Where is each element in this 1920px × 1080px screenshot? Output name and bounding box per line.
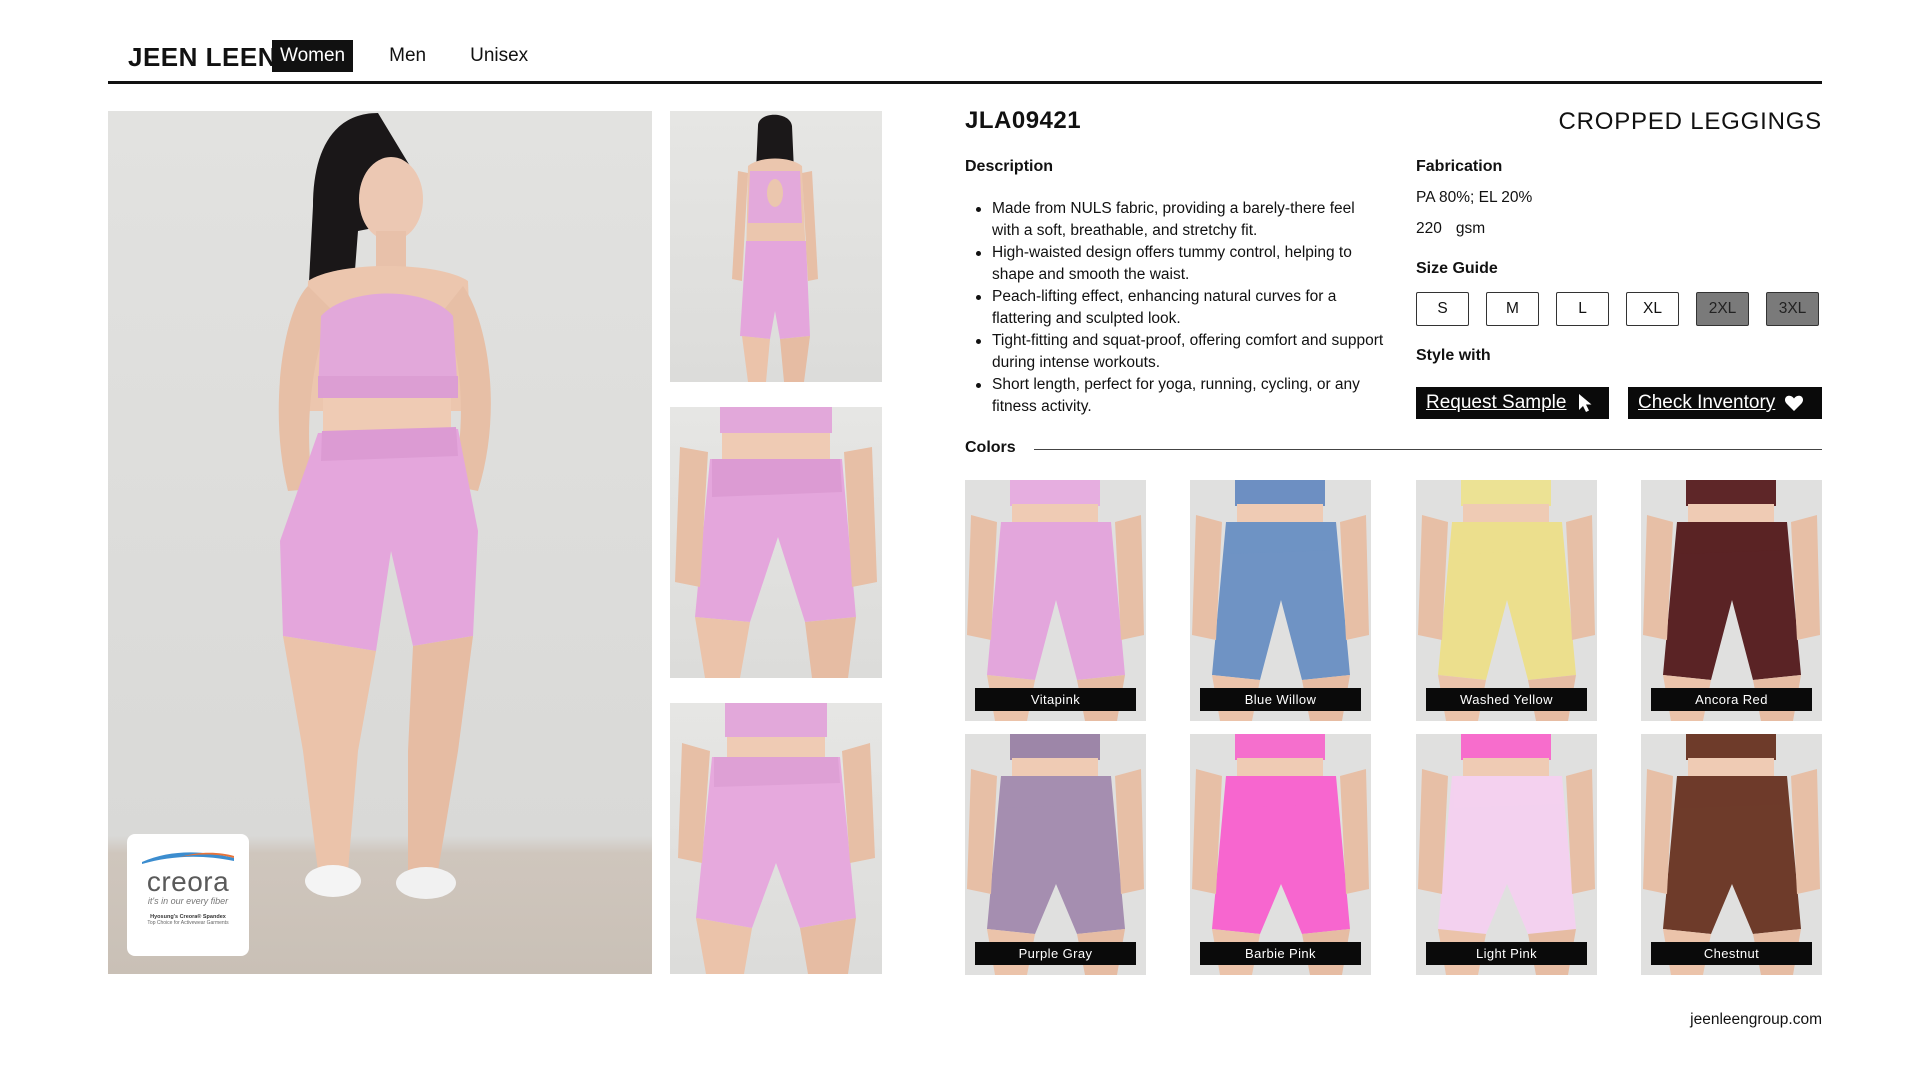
nav-tab-men[interactable]: Men — [381, 40, 434, 72]
size-guide-heading: Size Guide — [1416, 260, 1498, 277]
color-swatch-ancora-red[interactable]: Ancora Red — [1641, 480, 1822, 721]
creora-badge: creora it's in our every fiber Hyosung's… — [127, 834, 249, 956]
request-sample-label: Request Sample — [1426, 392, 1567, 413]
fabric-weight-value: 220 — [1416, 220, 1442, 237]
fabric-weight: 220 gsm — [1416, 220, 1499, 238]
color-swatch-label: Chestnut — [1651, 942, 1812, 965]
color-swatch-label: Washed Yellow — [1426, 688, 1587, 711]
size-button-xl[interactable]: XL — [1626, 292, 1679, 326]
swatch-photo — [1641, 480, 1822, 721]
leggings-back-closeup-photo — [678, 703, 875, 974]
description-item: Peach-lifting effect, enhancing natural … — [965, 286, 1385, 330]
product-sku: JLA09421 — [965, 107, 1082, 134]
nav-tab-women[interactable]: Women — [272, 40, 354, 72]
thumbnail-front-closeup[interactable] — [670, 407, 882, 678]
color-swatch-label: Ancora Red — [1651, 688, 1812, 711]
main-product-photo[interactable]: creora it's in our every fiber Hyosung's… — [108, 111, 652, 974]
creora-logo-text: creora — [146, 866, 230, 897]
check-inventory-label: Check Inventory — [1638, 392, 1776, 413]
style-with-heading: Style with — [1416, 347, 1491, 364]
leggings-front-closeup-photo — [675, 407, 877, 678]
heart-icon — [1785, 395, 1804, 411]
description-list: Made from NULS fabric, providing a barel… — [965, 198, 1385, 418]
creora-caption-2: Top Choice for Activewear Garments — [147, 920, 229, 926]
color-swatch-label: Barbie Pink — [1200, 942, 1361, 965]
color-swatch-blue-willow[interactable]: Blue Willow — [1190, 480, 1371, 721]
category-nav: Women Men Unisex — [272, 40, 564, 72]
creora-swoosh-icon — [142, 852, 234, 864]
color-swatch-vitapink[interactable]: Vitapink — [965, 480, 1146, 721]
size-button-m[interactable]: M — [1486, 292, 1539, 326]
colors-heading: Colors — [965, 439, 1016, 456]
footer-website-link[interactable]: jeenleengroup.com — [1690, 1011, 1822, 1029]
model-back-photo — [732, 114, 818, 382]
fabric-composition: PA 80%; EL 20% — [1416, 189, 1533, 206]
request-sample-button[interactable]: Request Sample — [1416, 387, 1609, 419]
description-item: High-waisted design offers tummy control… — [965, 242, 1385, 286]
top-nav-bar: JEEN LEEN Women Men Unisex — [108, 40, 1822, 84]
fabrication-heading: Fabrication — [1416, 158, 1503, 175]
creora-tagline: it's in our every fiber — [147, 896, 229, 906]
product-name: CROPPED LEGGINGS — [1558, 108, 1822, 135]
color-swatch-light-pink[interactable]: Light Pink — [1416, 734, 1597, 975]
size-button-l[interactable]: L — [1556, 292, 1609, 326]
color-swatch-washed-yellow[interactable]: Washed Yellow — [1416, 480, 1597, 721]
colors-divider — [1034, 449, 1822, 450]
size-button-s[interactable]: S — [1416, 292, 1469, 326]
color-swatch-label: Purple Gray — [975, 942, 1136, 965]
description-item: Made from NULS fabric, providing a barel… — [965, 198, 1385, 242]
cursor-pointer-icon — [1579, 394, 1592, 412]
thumbnail-back-view[interactable] — [670, 111, 882, 382]
color-swatch-label: Light Pink — [1426, 942, 1587, 965]
size-button-2xl[interactable]: 2XL — [1696, 292, 1749, 326]
size-selector: S M L XL 2XL 3XL — [1416, 292, 1836, 326]
brand-logo[interactable]: JEEN LEEN — [128, 42, 277, 73]
swatch-photo — [1641, 734, 1822, 975]
size-button-3xl[interactable]: 3XL — [1766, 292, 1819, 326]
swatch-photo — [1416, 480, 1597, 721]
swatch-photo — [965, 734, 1146, 975]
color-swatch-chestnut[interactable]: Chestnut — [1641, 734, 1822, 975]
fabric-weight-unit: gsm — [1455, 220, 1486, 237]
check-inventory-button[interactable]: Check Inventory — [1628, 387, 1822, 419]
swatch-photo — [965, 480, 1146, 721]
color-swatch-barbie-pink[interactable]: Barbie Pink — [1190, 734, 1371, 975]
color-swatch-label: Vitapink — [975, 688, 1136, 711]
color-swatch-label: Blue Willow — [1200, 688, 1361, 711]
description-heading: Description — [965, 158, 1054, 175]
thumbnail-back-closeup[interactable] — [670, 703, 882, 974]
swatch-photo — [1190, 480, 1371, 721]
nav-tab-unisex[interactable]: Unisex — [462, 40, 536, 72]
swatch-photo — [1190, 734, 1371, 975]
description-item: Tight-fitting and squat-proof, offering … — [965, 330, 1385, 374]
color-swatch-purple-gray[interactable]: Purple Gray — [965, 734, 1146, 975]
description-item: Short length, perfect for yoga, running,… — [965, 374, 1385, 418]
swatch-photo — [1416, 734, 1597, 975]
